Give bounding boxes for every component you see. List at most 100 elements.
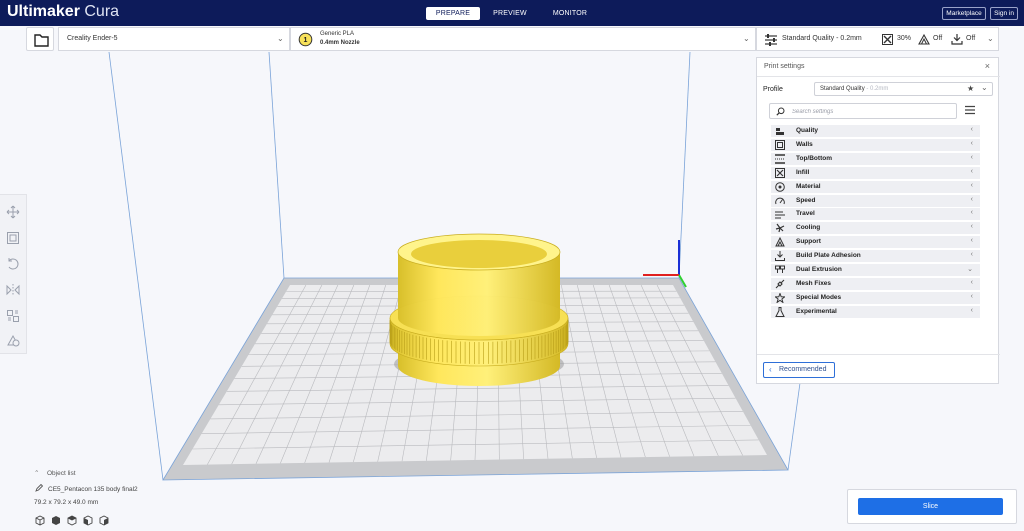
panel-title: Print settings bbox=[764, 63, 805, 70]
view-3d-icon[interactable] bbox=[35, 515, 45, 526]
divider bbox=[757, 76, 1000, 77]
settings-category-label: Special Modes bbox=[796, 293, 842, 301]
settings-category-special-modes[interactable]: Special Modes ‹ bbox=[771, 291, 980, 304]
chevron-left-icon: ‹ bbox=[970, 306, 973, 314]
settings-category-support[interactable]: Support ‹ bbox=[771, 236, 980, 249]
travel-icon bbox=[775, 211, 785, 219]
slice-button[interactable]: Slice bbox=[858, 498, 1003, 515]
infill-icon bbox=[775, 167, 785, 178]
search-input[interactable] bbox=[792, 106, 952, 117]
settings-category-top-bottom[interactable]: Top/Bottom ‹ bbox=[771, 152, 980, 165]
dual-extrusion-icon bbox=[775, 265, 785, 273]
profile-value: Standard Quality - 0.2mm bbox=[820, 86, 889, 92]
chevron-left-icon: ‹ bbox=[970, 167, 973, 175]
settings-category-mesh-fixes[interactable]: Mesh Fixes ‹ bbox=[771, 277, 980, 290]
chevron-up-icon[interactable]: ⌃ bbox=[34, 469, 39, 477]
walls-icon bbox=[775, 139, 785, 150]
settings-category-dual-extrusion[interactable]: Dual Extrusion ⌄ bbox=[771, 264, 980, 276]
chevron-down-icon: ⌄ bbox=[743, 34, 750, 43]
move-tool-icon[interactable] bbox=[6, 205, 20, 219]
hamburger-menu-icon[interactable] bbox=[964, 104, 976, 116]
printer-selector[interactable]: Creality Ender-5 ⌄ bbox=[58, 27, 290, 51]
nozzle-size: 0.4mm Nozzle bbox=[320, 40, 360, 46]
tool-panel bbox=[0, 194, 27, 354]
app-logo: Ultimaker Cura bbox=[7, 3, 120, 20]
chevron-left-icon: ‹ bbox=[970, 237, 973, 245]
print-setup-selector[interactable]: Standard Quality - 0.2mm 30% Off Off ⌄ bbox=[756, 27, 999, 51]
material-selector[interactable]: 1 Generic PLA 0.4mm Nozzle ⌄ bbox=[290, 27, 756, 51]
chevron-down-icon: ⌄ bbox=[277, 34, 284, 43]
material-name: Generic PLA bbox=[320, 31, 355, 37]
settings-category-material[interactable]: Material ‹ bbox=[771, 180, 980, 193]
settings-category-build-plate-adhesion[interactable]: Build Plate Adhesion ‹ bbox=[771, 250, 980, 263]
quality-profile-label: Standard Quality - 0.2mm bbox=[782, 35, 862, 42]
tab-prepare[interactable]: PREPARE bbox=[426, 7, 480, 20]
settings-category-speed[interactable]: Speed ‹ bbox=[771, 194, 980, 207]
chevron-left-icon: ‹ bbox=[970, 209, 973, 217]
settings-category-travel[interactable]: Travel ‹ bbox=[771, 208, 980, 221]
support-icon bbox=[918, 33, 930, 45]
view-right-icon[interactable] bbox=[99, 515, 109, 526]
recommended-button[interactable]: ‹ Recommended bbox=[763, 362, 835, 378]
adhesion-value: Off bbox=[966, 35, 976, 42]
settings-category-label: Mesh Fixes bbox=[796, 279, 832, 287]
view-top-icon[interactable] bbox=[67, 515, 77, 526]
chevron-left-icon: ‹ bbox=[970, 278, 973, 286]
object-name[interactable]: CE5_Pentacon 135 body final2 bbox=[48, 486, 138, 493]
view-buttons bbox=[35, 515, 109, 526]
star-icon[interactable]: ★ bbox=[967, 84, 974, 93]
settings-category-label: Dual Extrusion bbox=[796, 266, 842, 273]
infill-value: 30% bbox=[897, 35, 912, 42]
scale-tool-icon[interactable] bbox=[6, 231, 20, 245]
support-icon bbox=[775, 237, 785, 247]
settings-category-label: Travel bbox=[796, 210, 815, 218]
material-icon bbox=[775, 181, 785, 192]
quality-icon bbox=[776, 128, 784, 135]
marketplace-button[interactable]: Marketplace bbox=[942, 7, 986, 20]
settings-category-walls[interactable]: Walls ‹ bbox=[771, 138, 980, 151]
view-left-icon[interactable] bbox=[83, 515, 93, 526]
chevron-left-icon: ‹ bbox=[970, 251, 973, 259]
settings-category-quality[interactable]: Quality ‹ bbox=[771, 125, 980, 137]
per-model-settings-icon[interactable] bbox=[6, 309, 20, 323]
object-list-header[interactable]: Object list bbox=[47, 470, 76, 477]
settings-category-label: Quality bbox=[796, 127, 819, 134]
support-value: Off bbox=[933, 35, 943, 42]
settings-sliders-icon bbox=[765, 34, 777, 46]
chevron-left-icon: ‹ bbox=[970, 223, 973, 231]
mirror-tool-icon[interactable] bbox=[6, 283, 20, 297]
search-icon bbox=[776, 107, 785, 116]
sign-in-button[interactable]: Sign in bbox=[990, 7, 1018, 20]
printer-name: Creality Ender-5 bbox=[67, 35, 118, 42]
view-front-icon[interactable] bbox=[52, 516, 60, 525]
support-blocker-icon[interactable] bbox=[6, 333, 20, 347]
settings-category-label: Cooling bbox=[796, 224, 821, 232]
chevron-down-icon: ⌄ bbox=[967, 266, 973, 273]
adhesion-icon bbox=[775, 251, 785, 262]
cooling-icon bbox=[775, 223, 785, 233]
adhesion-icon bbox=[951, 34, 963, 45]
3d-model[interactable] bbox=[389, 233, 569, 386]
infill-icon bbox=[882, 34, 893, 45]
chevron-left-icon: ‹ bbox=[970, 139, 973, 147]
tab-preview[interactable]: PREVIEW bbox=[486, 7, 534, 20]
rotate-tool-icon[interactable] bbox=[6, 257, 20, 271]
pencil-icon bbox=[35, 484, 43, 492]
settings-category-cooling[interactable]: Cooling ‹ bbox=[771, 222, 980, 235]
settings-category-infill[interactable]: Infill ‹ bbox=[771, 166, 980, 179]
chevron-left-icon: ‹ bbox=[769, 365, 772, 374]
slice-panel: Slice bbox=[847, 489, 1017, 524]
print-settings-panel: Print settings × Profile Standard Qualit… bbox=[756, 57, 1000, 384]
open-file-button[interactable] bbox=[26, 27, 54, 51]
settings-category-label: Support bbox=[796, 238, 821, 246]
tab-monitor[interactable]: MONITOR bbox=[545, 7, 595, 20]
settings-category-label: Experimental bbox=[796, 307, 837, 315]
title-bar: Ultimaker Cura PREPARE PREVIEW MONITOR M… bbox=[0, 0, 1024, 26]
search-field[interactable] bbox=[769, 103, 957, 119]
profile-dropdown[interactable]: Standard Quality - 0.2mm ★ ⌄ bbox=[814, 82, 993, 96]
object-dimensions: 79.2 x 79.2 x 49.0 mm bbox=[34, 499, 99, 506]
profile-label: Profile bbox=[763, 86, 783, 93]
close-icon[interactable]: × bbox=[985, 61, 990, 71]
chevron-down-icon: ⌄ bbox=[981, 83, 988, 92]
settings-category-experimental[interactable]: Experimental ‹ bbox=[771, 305, 980, 318]
